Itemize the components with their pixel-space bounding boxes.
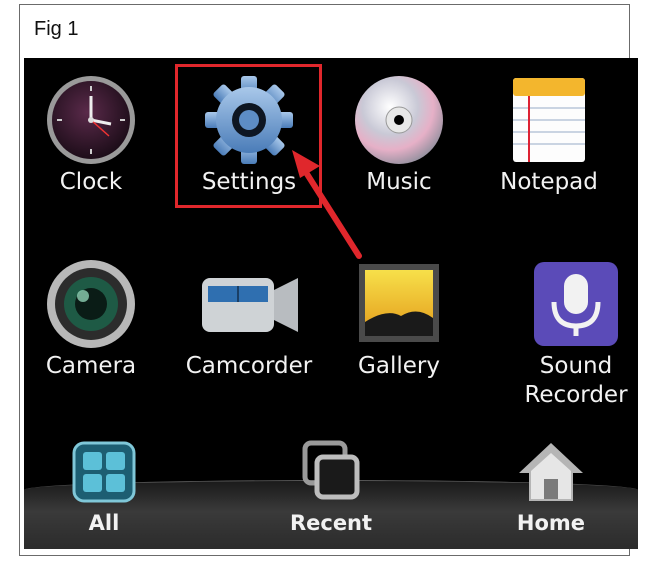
dock-recent[interactable]: Recent [266, 439, 396, 535]
recent-icon [302, 440, 360, 500]
dock-label: Home [516, 511, 586, 535]
dock-label: All [88, 511, 120, 535]
dock-home[interactable]: Home [486, 439, 616, 535]
figure-label: Fig 1 [34, 18, 79, 40]
app-drawer-screen: Clock Settings Music Notepad Camera Camc… [24, 58, 638, 549]
home-icon [519, 443, 583, 501]
dock-label: Recent [289, 511, 373, 535]
dock-all-apps[interactable]: All [39, 439, 169, 535]
grid-icon [72, 441, 136, 503]
bottom-dock: All Recent Home [24, 439, 638, 549]
